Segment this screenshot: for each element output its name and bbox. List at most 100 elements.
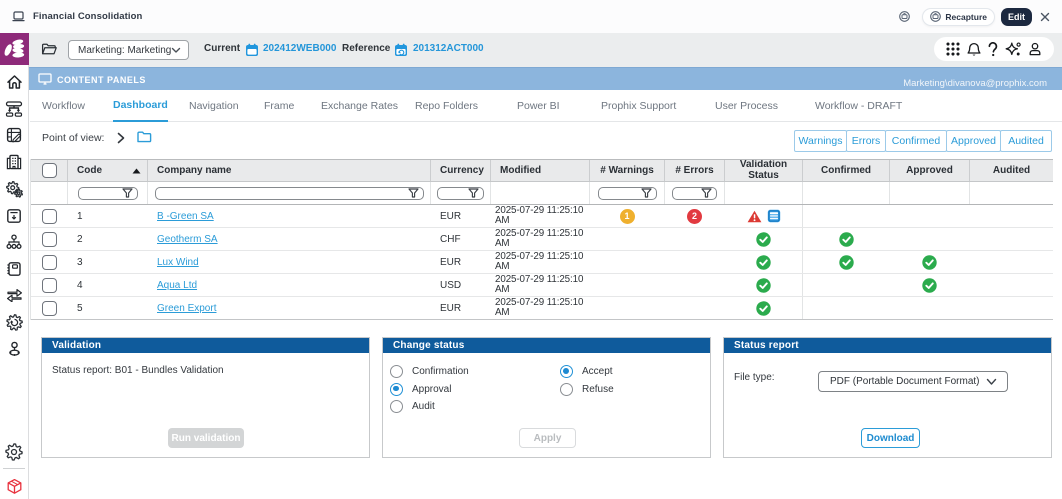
sidebar-item-report-box[interactable] xyxy=(0,208,28,224)
row-checkbox[interactable] xyxy=(42,255,57,270)
filter-button-approved[interactable]: Approved xyxy=(946,130,1001,152)
download-button[interactable]: Download xyxy=(861,428,920,448)
recapture-button[interactable]: Recapture xyxy=(922,8,995,26)
filter-input[interactable] xyxy=(672,187,717,200)
sidebar-item-journal-edit[interactable] xyxy=(0,127,28,143)
company-link[interactable]: Green Export xyxy=(157,303,216,314)
row-checkbox[interactable] xyxy=(42,209,57,224)
errors-badge[interactable]: 2 xyxy=(687,209,702,224)
radio-audit[interactable]: Audit xyxy=(390,400,435,413)
funnel-icon[interactable] xyxy=(122,188,133,198)
tab-navigation[interactable]: Navigation xyxy=(189,90,239,121)
sidebar-item-ledger[interactable] xyxy=(0,261,28,277)
tab-workflow[interactable]: Workflow xyxy=(42,90,85,121)
table-row[interactable]: 5Green ExportEUR2025-07-29 11:25:10AM xyxy=(31,297,1053,320)
select-all-checkbox[interactable] xyxy=(42,163,57,178)
column-header[interactable]: Audited xyxy=(993,165,1030,176)
sidebar-item-processes[interactable] xyxy=(0,181,28,198)
warnings-badge[interactable]: 1 xyxy=(620,209,635,224)
tab-exchange-rates[interactable]: Exchange Rates xyxy=(321,90,398,121)
company-link[interactable]: B -Green SA xyxy=(157,211,214,222)
column-header[interactable]: Confirmed xyxy=(821,165,871,176)
tab-frame[interactable]: Frame xyxy=(264,90,294,121)
tab-dashboard[interactable]: Dashboard xyxy=(113,90,168,122)
radio-confirmation[interactable]: Confirmation xyxy=(390,365,469,378)
help-icon[interactable] xyxy=(987,42,999,57)
prophix-logo[interactable] xyxy=(0,33,29,65)
filter-button-confirmed[interactable]: Confirmed xyxy=(885,130,947,152)
filter-button-warnings[interactable]: Warnings xyxy=(794,130,847,152)
apply-button[interactable]: Apply xyxy=(519,428,576,448)
row-checkbox[interactable] xyxy=(42,232,57,247)
tab-repo-folders[interactable]: Repo Folders xyxy=(415,90,478,121)
radio-circle-icon[interactable] xyxy=(390,400,403,413)
table-row[interactable]: 3Lux WindEUR2025-07-29 11:25:10AM xyxy=(31,251,1053,274)
table-row[interactable]: 1B -Green SAEUR2025-07-29 11:25:10AM12 xyxy=(31,205,1053,228)
radio-circle-icon[interactable] xyxy=(390,365,403,378)
validation-warning-icon[interactable] xyxy=(747,210,762,223)
sidebar-item-org-chart[interactable] xyxy=(0,234,28,250)
company-link[interactable]: Geotherm SA xyxy=(157,234,218,245)
table-row[interactable]: 2Geotherm SACHF2025-07-29 11:25:10AM xyxy=(31,228,1053,251)
notifications-bell-icon[interactable] xyxy=(967,42,981,57)
workflow-selector[interactable]: Marketing: Marketing xyxy=(68,40,189,60)
filter-input[interactable] xyxy=(598,187,657,200)
run-validation-button[interactable]: Run validation xyxy=(168,428,244,448)
capture-target-icon[interactable] xyxy=(899,11,910,22)
sidebar-item-settings[interactable] xyxy=(0,443,28,461)
radio-circle-icon[interactable] xyxy=(390,383,403,396)
tab-prophix-support[interactable]: Prophix Support xyxy=(601,90,676,121)
current-calendar-icon[interactable] xyxy=(245,43,259,57)
column-header[interactable]: # Warnings xyxy=(600,165,654,176)
apps-grid-icon[interactable] xyxy=(946,42,960,56)
sidebar-item-company[interactable] xyxy=(0,154,28,170)
funnel-icon[interactable] xyxy=(701,188,712,198)
row-checkbox[interactable] xyxy=(42,278,57,293)
funnel-icon[interactable] xyxy=(641,188,652,198)
radio-accept[interactable]: Accept xyxy=(560,365,613,378)
sidebar-item-user-flow[interactable] xyxy=(0,341,28,357)
close-icon[interactable] xyxy=(1040,12,1050,22)
file-type-select[interactable]: PDF (Portable Document Format) xyxy=(818,371,1008,392)
sidebar-item-transfers[interactable] xyxy=(0,288,28,302)
validation-report-icon[interactable] xyxy=(767,209,781,223)
sort-ascending-icon[interactable] xyxy=(132,168,141,174)
sidebar-item-sandbox[interactable] xyxy=(0,478,28,495)
row-checkbox[interactable] xyxy=(42,301,57,316)
reference-calendar-icon[interactable] xyxy=(394,43,409,57)
pov-chevron-icon[interactable] xyxy=(117,132,125,144)
current-period-link[interactable]: 202412WEB000 xyxy=(263,43,336,54)
radio-circle-icon[interactable] xyxy=(560,365,573,378)
edit-button[interactable]: Edit xyxy=(1001,8,1032,26)
tab-workflow-draft[interactable]: Workflow - DRAFT xyxy=(815,90,902,121)
user-profile-icon[interactable] xyxy=(1028,42,1042,56)
table-row[interactable]: 4Aqua LtdUSD2025-07-29 11:25:10AM xyxy=(31,274,1053,297)
sidebar-item-home[interactable] xyxy=(0,74,28,90)
filter-input[interactable] xyxy=(155,187,424,200)
funnel-icon[interactable] xyxy=(408,188,419,198)
column-header[interactable]: Modified xyxy=(500,165,541,176)
radio-refuse[interactable]: Refuse xyxy=(560,383,614,396)
pov-folder-icon[interactable] xyxy=(137,131,152,143)
filter-input[interactable] xyxy=(78,187,138,200)
funnel-icon[interactable] xyxy=(468,188,479,198)
tab-power-bi[interactable]: Power BI xyxy=(517,90,560,121)
column-header-code[interactable]: Code xyxy=(77,165,102,176)
column-header[interactable]: # Errors xyxy=(675,165,713,176)
radio-circle-icon[interactable] xyxy=(560,383,573,396)
ai-sparkle-icon[interactable] xyxy=(1005,42,1021,57)
column-header[interactable]: Company name xyxy=(157,165,231,176)
sidebar-item-automation[interactable] xyxy=(0,314,28,331)
company-link[interactable]: Lux Wind xyxy=(157,257,199,268)
filter-button-errors[interactable]: Errors xyxy=(846,130,886,152)
radio-approval[interactable]: Approval xyxy=(390,383,451,396)
open-folder-icon[interactable] xyxy=(41,42,57,56)
tab-user-process[interactable]: User Process xyxy=(715,90,778,121)
sidebar-item-workflow[interactable] xyxy=(0,101,28,117)
column-header[interactable]: ValidationStatus xyxy=(740,160,787,181)
company-link[interactable]: Aqua Ltd xyxy=(157,280,197,291)
reference-period-link[interactable]: 201312ACT000 xyxy=(413,43,484,54)
column-header[interactable]: Approved xyxy=(906,165,953,176)
column-header[interactable]: Currency xyxy=(440,165,484,176)
filter-input[interactable] xyxy=(437,187,484,200)
